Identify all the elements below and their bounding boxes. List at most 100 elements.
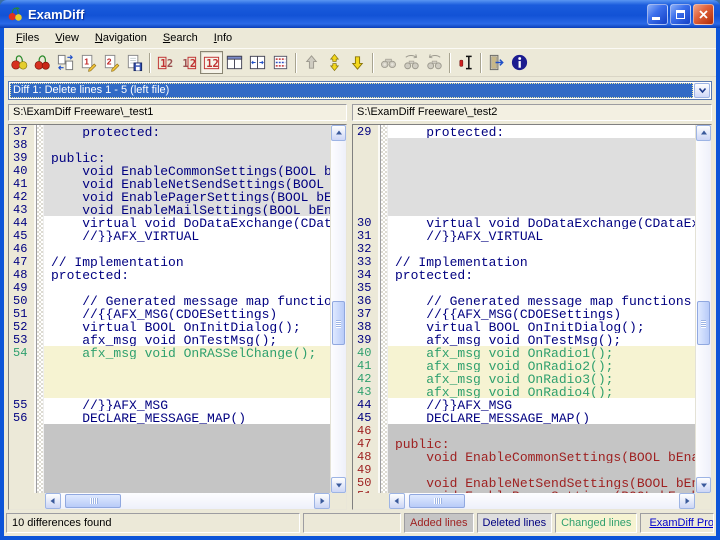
- line-number: [9, 359, 36, 372]
- minimize-icon: [652, 17, 660, 20]
- line-number: 44: [353, 398, 380, 411]
- code-line: // Generated message map functions: [388, 294, 695, 307]
- svg-text:2: 2: [107, 56, 112, 66]
- code-line: //{{AFX_MSG(CDOESettings): [44, 307, 330, 320]
- scroll-left-button[interactable]: [389, 493, 405, 509]
- menu-navigation[interactable]: Navigation: [87, 30, 155, 47]
- code-line: [388, 242, 695, 255]
- find-next-button: [400, 51, 423, 74]
- scroll-track[interactable]: [405, 493, 679, 509]
- split-view-button[interactable]: [223, 51, 246, 74]
- menu-search[interactable]: Search: [155, 30, 206, 47]
- scroll-right-button[interactable]: [314, 493, 330, 509]
- arrow-left-icon: [49, 497, 57, 505]
- save-result-button[interactable]: [123, 51, 146, 74]
- right-horizontal-scrollbar[interactable]: [389, 493, 695, 509]
- scroll-left-button[interactable]: [45, 493, 61, 509]
- code-line: protected:: [388, 268, 695, 281]
- scroll-thumb[interactable]: [332, 301, 345, 345]
- app-icon: [7, 6, 24, 23]
- diff-selector-dropdown-button[interactable]: [694, 83, 710, 98]
- code-line: //}}AFX_MSG: [44, 398, 330, 411]
- line-number: [353, 177, 380, 190]
- show-both-files-icon: 12: [202, 53, 221, 72]
- examdiff-window: ExamDiff FilesViewNavigationSearchInfo 1…: [0, 0, 720, 540]
- line-number: 34: [353, 268, 380, 281]
- line-number: 48: [353, 450, 380, 463]
- scroll-track[interactable]: [331, 141, 346, 477]
- toolbar-separator: [449, 53, 450, 73]
- compare-files-button[interactable]: [8, 51, 31, 74]
- code-line: [388, 463, 695, 476]
- recompare-button[interactable]: [31, 51, 54, 74]
- line-number: [9, 437, 36, 450]
- code-line: void EnableNetSendSettings(BOOL bEnable)…: [44, 177, 330, 190]
- scroll-down-button[interactable]: [696, 477, 711, 493]
- line-number: [9, 476, 36, 489]
- legend: Added linesDeleted linesChanged lines: [404, 513, 637, 533]
- maximize-button[interactable]: [670, 4, 691, 25]
- title-bar[interactable]: ExamDiff: [0, 0, 720, 28]
- diff-selector[interactable]: Diff 1: Delete lines 1 - 5 (left file): [8, 81, 712, 100]
- scroll-right-button[interactable]: [679, 493, 695, 509]
- next-diff-button[interactable]: [346, 51, 369, 74]
- line-number: 55: [9, 398, 36, 411]
- line-number: [9, 450, 36, 463]
- edit-second-file-button[interactable]: 2: [100, 51, 123, 74]
- right-vertical-scrollbar[interactable]: [695, 125, 711, 493]
- show-second-file-button[interactable]: 12: [177, 51, 200, 74]
- code-line: [388, 151, 695, 164]
- menu-info[interactable]: Info: [206, 30, 240, 47]
- options-button[interactable]: [454, 51, 477, 74]
- line-number: 41: [353, 359, 380, 372]
- line-number: 48: [9, 268, 36, 281]
- line-number: [353, 151, 380, 164]
- minimize-button[interactable]: [647, 4, 668, 25]
- line-number: 42: [353, 372, 380, 385]
- about-button[interactable]: [508, 51, 531, 74]
- code-line: DECLARE_MESSAGE_MAP(): [44, 411, 330, 424]
- scroll-thumb[interactable]: [409, 494, 465, 508]
- line-number: 49: [353, 463, 380, 476]
- menu-files[interactable]: Files: [8, 30, 47, 47]
- auto-fit-panes-button[interactable]: [246, 51, 269, 74]
- code-line: afx_msg void OnRASSelChange();: [44, 346, 330, 359]
- code-line: [44, 437, 330, 450]
- show-first-file-button[interactable]: 12: [154, 51, 177, 74]
- swap-panes-button[interactable]: [54, 51, 77, 74]
- show-both-files-button[interactable]: 12: [200, 51, 223, 74]
- previous-diff-icon: [302, 53, 321, 72]
- left-code-area[interactable]: protected:public: void EnableCommonSetti…: [44, 125, 330, 493]
- legend-deleted-lines: Deleted lines: [477, 513, 553, 533]
- code-line: //}}AFX_VIRTUAL: [388, 229, 695, 242]
- diff-options-button[interactable]: [269, 51, 292, 74]
- code-line: //}}AFX_VIRTUAL: [44, 229, 330, 242]
- examdiff-pro-link[interactable]: ExamDiff Pro: [649, 514, 714, 532]
- scroll-up-button[interactable]: [331, 125, 346, 141]
- diff-panes: 3738394041424344454647484950515253545556…: [4, 124, 716, 510]
- exit-button[interactable]: [485, 51, 508, 74]
- scroll-thumb[interactable]: [697, 301, 710, 345]
- line-number: [353, 138, 380, 151]
- edit-second-file-icon: 2: [102, 53, 121, 72]
- scroll-track[interactable]: [61, 493, 314, 509]
- find-button: [377, 51, 400, 74]
- arrow-down-icon: [700, 481, 708, 489]
- code-line: virtual BOOL OnInitDialog();: [388, 320, 695, 333]
- menu-view[interactable]: View: [47, 30, 87, 47]
- left-horizontal-scrollbar[interactable]: [45, 493, 330, 509]
- scroll-thumb[interactable]: [65, 494, 121, 508]
- close-button[interactable]: [693, 4, 714, 25]
- left-vertical-scrollbar[interactable]: [330, 125, 346, 493]
- scroll-up-button[interactable]: [696, 125, 711, 141]
- current-diff-button[interactable]: [323, 51, 346, 74]
- line-number: 52: [9, 320, 36, 333]
- edit-first-file-button[interactable]: 1: [77, 51, 100, 74]
- scroll-down-button[interactable]: [331, 477, 346, 493]
- scroll-track[interactable]: [696, 141, 711, 477]
- right-code-area[interactable]: protected: virtual void DoDataExchange(C…: [388, 125, 695, 493]
- chevron-down-icon: [698, 87, 707, 94]
- code-line: protected:: [44, 268, 330, 281]
- show-second-file-icon: 12: [179, 53, 198, 72]
- gutter-spacer: [9, 493, 45, 509]
